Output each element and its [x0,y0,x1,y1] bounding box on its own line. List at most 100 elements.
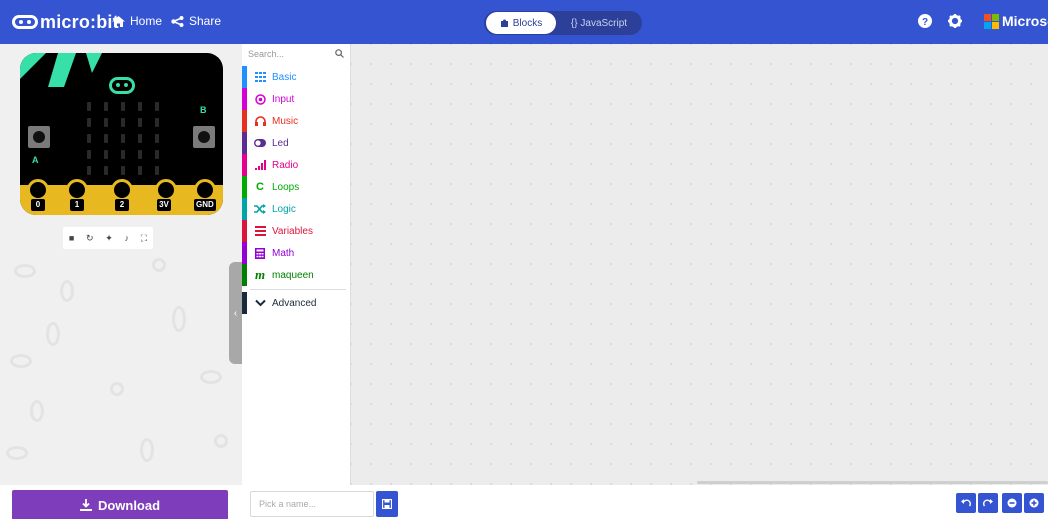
collapse-simulator-handle[interactable]: ‹ [229,262,242,364]
brand-name: micro:bit [40,11,119,32]
category-logic[interactable]: Logic [242,198,351,220]
background-decoration [140,438,154,462]
microbit-logo-icon [12,15,38,29]
microsoft-logo-icon [984,14,999,29]
chevron-left-icon: ‹ [233,307,238,319]
toolbox-divider [250,289,346,290]
category-label: Advanced [272,297,317,309]
led[interactable] [87,118,91,127]
category-color-bar [242,132,247,154]
pin-1[interactable] [66,179,88,201]
led[interactable] [138,118,142,127]
led[interactable] [121,166,125,175]
led[interactable] [138,150,142,159]
category-basic[interactable]: Basic [242,66,351,88]
fullscreen-icon[interactable]: ⛶ [141,233,147,244]
category-math[interactable]: Math [242,242,351,264]
home-button[interactable]: Home [112,14,162,28]
calculator-icon [254,247,266,259]
microsoft-logo[interactable]: Microsoft [984,13,1048,29]
background-decoration [10,354,32,368]
horizontal-scrollbar[interactable] [697,481,1048,484]
led[interactable] [155,118,159,127]
led[interactable] [121,118,125,127]
target-icon [254,93,266,105]
pin-2[interactable] [111,179,133,201]
settings-button[interactable] [948,14,962,33]
background-decoration [214,434,228,448]
shuffle-icon [254,203,266,215]
led[interactable] [155,134,159,143]
stop-icon[interactable]: ■ [69,233,74,243]
m-icon: m [254,267,266,282]
category-label: Basic [272,71,297,83]
share-button[interactable]: Share [171,14,221,28]
led[interactable] [104,166,108,175]
led[interactable] [121,134,125,143]
mute-icon[interactable]: ♪ [125,233,130,243]
debug-icon[interactable]: ✦ [105,233,113,244]
category-maqueen[interactable]: m maqueen [242,264,351,286]
pin-gnd[interactable] [194,179,216,201]
led[interactable] [104,150,108,159]
pin-3v[interactable] [155,179,177,201]
redo-button[interactable] [978,493,998,513]
button-a-label: A [32,155,39,165]
category-color-bar [242,66,247,88]
led[interactable] [138,134,142,143]
javascript-label: {} JavaScript [570,17,628,29]
led[interactable] [87,166,91,175]
category-color-bar [242,154,247,176]
button-b[interactable] [193,126,215,148]
microbit-logo[interactable]: micro:bit [12,10,119,34]
led[interactable] [104,134,108,143]
led[interactable] [138,166,142,175]
microbit-board[interactable]: A B 0 1 2 3V GND [20,53,223,215]
pin-0[interactable] [27,179,49,201]
led[interactable] [87,102,91,111]
category-color-bar [242,198,247,220]
save-button[interactable] [376,491,398,517]
led[interactable] [87,134,91,143]
led[interactable] [138,102,142,111]
search-placeholder: Search... [248,49,285,59]
blocks-workspace[interactable] [351,44,1048,485]
zoom-in-button[interactable] [1024,493,1044,513]
led[interactable] [87,150,91,159]
help-button[interactable]: ? [918,14,932,33]
category-color-bar [242,176,247,198]
category-advanced[interactable]: Advanced [242,292,351,314]
undo-button[interactable] [956,493,976,513]
restart-icon[interactable]: ↻ [86,233,94,244]
editor-toggle: Blocks {} JavaScript [484,11,642,35]
category-label: Logic [272,203,296,215]
category-radio[interactable]: Radio [242,154,351,176]
zoom-out-button[interactable] [1002,493,1022,513]
download-button[interactable]: Download [12,490,228,519]
button-a[interactable] [28,126,50,148]
toolbox-search[interactable]: Search... [248,49,346,63]
share-label: Share [189,14,222,28]
led[interactable] [104,118,108,127]
background-decoration [6,446,28,460]
project-name-input[interactable] [250,491,374,517]
led[interactable] [155,150,159,159]
led[interactable] [121,150,125,159]
undo-icon [961,499,971,507]
home-icon [112,15,125,27]
background-decoration [30,400,44,422]
led[interactable] [155,102,159,111]
category-input[interactable]: Input [242,88,351,110]
category-music[interactable]: Music [242,110,351,132]
javascript-tab[interactable]: {} JavaScript [558,12,640,34]
help-icon: ? [918,14,932,28]
category-variables[interactable]: Variables [242,220,351,242]
led[interactable] [155,166,159,175]
led[interactable] [104,102,108,111]
category-label: Led [272,137,289,149]
led[interactable] [121,102,125,111]
category-led[interactable]: Led [242,132,351,154]
category-loops[interactable]: C Loops [242,176,351,198]
blocks-tab[interactable]: Blocks [486,12,556,34]
simulator-controls: ■ ↻ ✦ ♪ ⛶ [63,227,153,249]
